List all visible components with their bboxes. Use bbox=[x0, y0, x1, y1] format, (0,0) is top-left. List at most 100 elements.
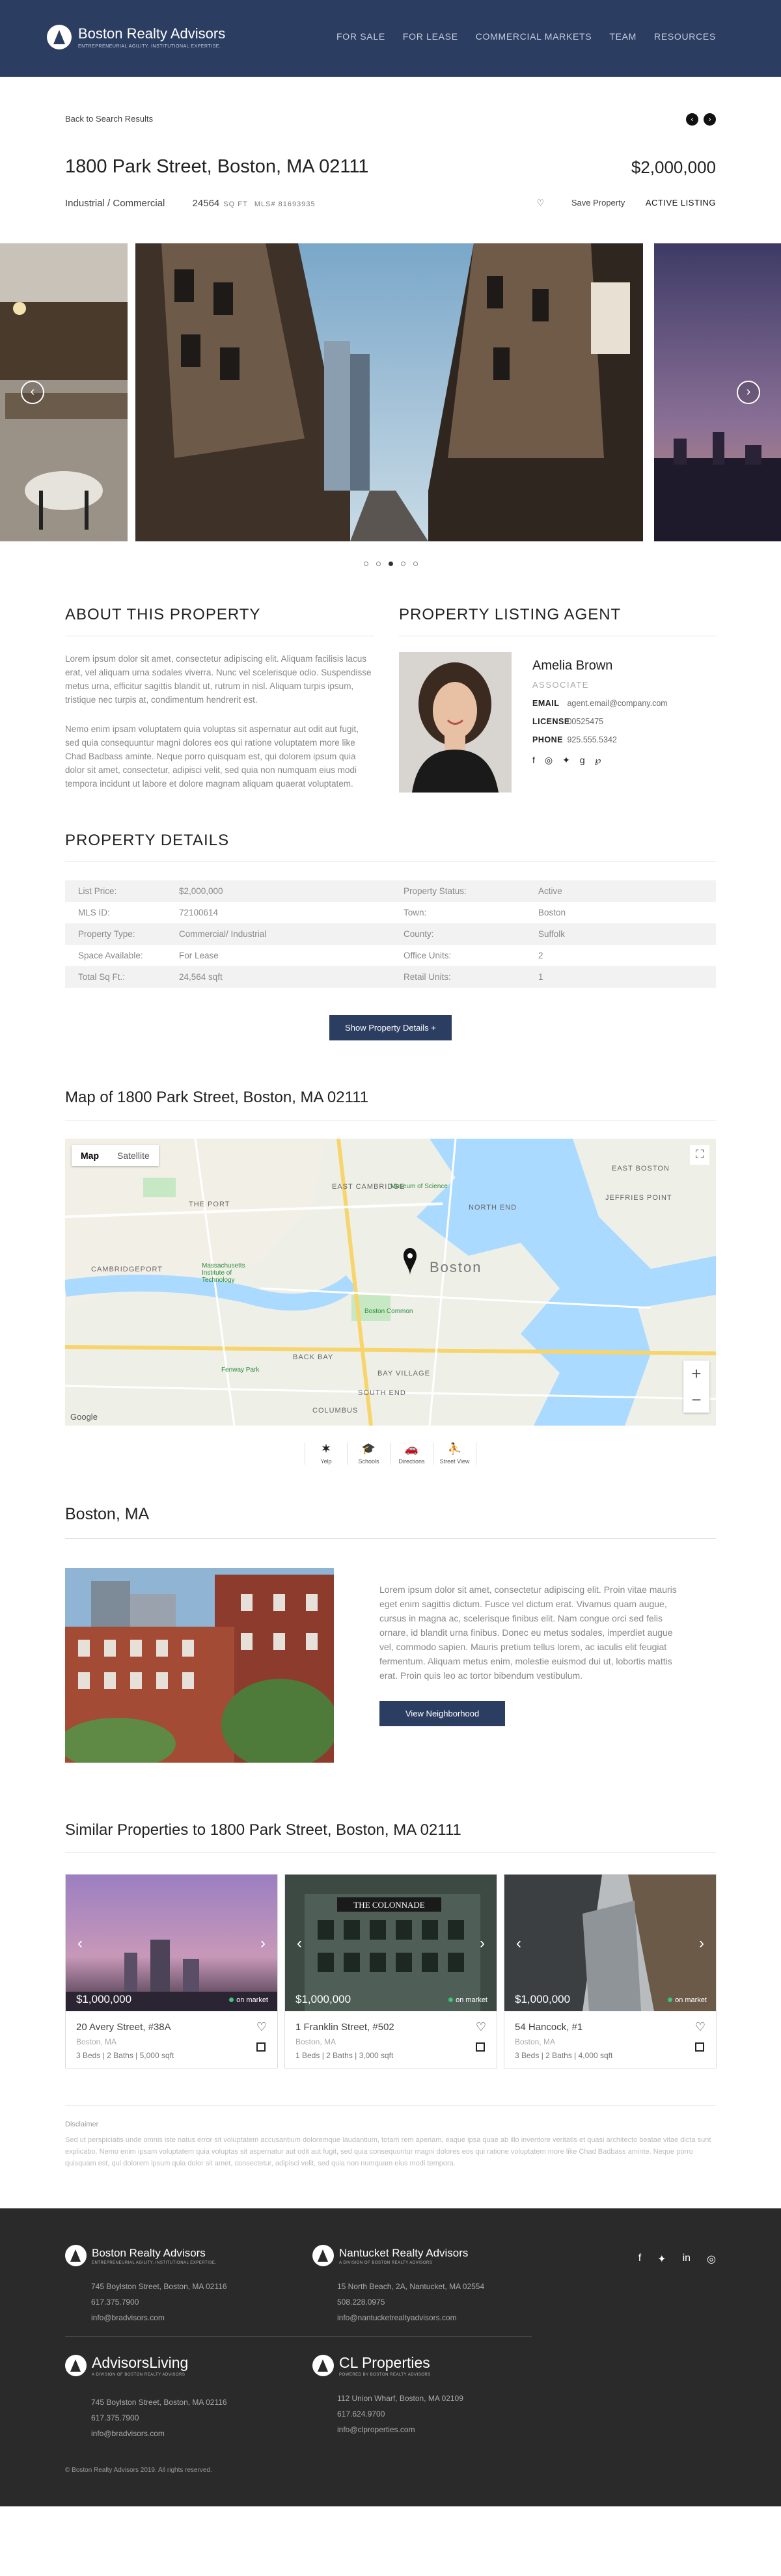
status-dot-icon bbox=[668, 1998, 673, 2002]
twitter-icon[interactable]: ✦ bbox=[657, 2253, 666, 2266]
footer-address: 112 Union Wharf, Boston, MA 02109 bbox=[337, 2394, 463, 2403]
gallery-dot[interactable] bbox=[376, 562, 381, 566]
compare-icon[interactable] bbox=[476, 2042, 485, 2052]
map-label: SOUTH END bbox=[358, 1389, 406, 1397]
footer-email[interactable]: info@clproperties.com bbox=[337, 2422, 463, 2437]
footer-brand-nantucket[interactable]: Nantucket Realty Advisors A DIVISION OF B… bbox=[312, 2245, 468, 2266]
gallery-dot-active[interactable] bbox=[388, 562, 393, 566]
neighborhood-photo bbox=[65, 1568, 334, 1763]
footer-email[interactable]: info@bradvisors.com bbox=[91, 2310, 227, 2325]
pinterest-icon[interactable]: ℘ bbox=[595, 755, 601, 766]
back-row: Back to Search Results ‹ › bbox=[0, 77, 781, 126]
footer-phone[interactable]: 617.375.7900 bbox=[91, 2294, 227, 2310]
save-property-button[interactable]: ♡ Save Property bbox=[537, 198, 625, 208]
footer-brand-bra[interactable]: Boston Realty Advisors ENTREPRENEURIAL AG… bbox=[65, 2245, 217, 2266]
card-next-icon[interactable]: › bbox=[480, 1934, 485, 1953]
card-prev-icon[interactable]: ‹ bbox=[77, 1934, 83, 1953]
card-specs: 3 Beds | 2 Baths | 4,000 sqft bbox=[515, 2051, 613, 2060]
street-view-label: Street View bbox=[439, 1458, 470, 1465]
card-next-icon[interactable]: › bbox=[260, 1934, 266, 1953]
footer-brand-living[interactable]: AdvisorsLiving A DIVISION OF BOSTON REALT… bbox=[65, 2354, 188, 2377]
gallery-dot[interactable] bbox=[400, 562, 405, 566]
footer-email[interactable]: info@nantucketrealtyadvisors.com bbox=[337, 2310, 484, 2325]
pegman-icon: ⛹ bbox=[447, 1443, 462, 1455]
linkedin-icon[interactable]: in bbox=[683, 2253, 691, 2266]
map-type-control: Map Satellite bbox=[72, 1145, 159, 1166]
nav-team[interactable]: TEAM bbox=[609, 31, 637, 42]
directions-button[interactable]: 🚗 Directions bbox=[390, 1443, 433, 1465]
gallery-dot[interactable] bbox=[363, 562, 368, 566]
view-neighborhood-button[interactable]: View Neighborhood bbox=[379, 1701, 506, 1726]
agent-phone-link[interactable]: 925.555.5342 bbox=[567, 735, 616, 744]
prev-listing-icon[interactable]: ‹ bbox=[686, 113, 698, 126]
map-view[interactable]: THE PORT EAST CAMBRIDGE CAMBRIDGEPORT NO… bbox=[65, 1139, 716, 1426]
twitter-icon[interactable]: ✦ bbox=[562, 755, 570, 766]
agent-card: Amelia Brown ASSOCIATE EMAIL agent.email… bbox=[399, 652, 716, 793]
gallery-prev-icon[interactable]: ‹ bbox=[21, 381, 44, 404]
map-label: Boston bbox=[430, 1259, 482, 1275]
property-card[interactable]: ‹ › $1,000,000 on market 20 Avery Street,… bbox=[65, 1874, 278, 2068]
footer-contact-nantucket: 15 North Beach, 2A, Nantucket, MA 02554 … bbox=[337, 2279, 484, 2325]
details-label: MLS ID: bbox=[78, 908, 110, 917]
instagram-icon[interactable]: ◎ bbox=[707, 2253, 716, 2266]
nav-resources[interactable]: RESOURCES bbox=[654, 31, 716, 42]
card-prev-icon[interactable]: ‹ bbox=[297, 1934, 302, 1953]
street-view-button[interactable]: ⛹ Street View bbox=[433, 1443, 476, 1465]
listing-meta: Industrial / Commercial 24564 SQ FT MLS# … bbox=[65, 198, 716, 211]
brand-logo[interactable]: Boston Realty Advisors ENTREPRENEURIAL A… bbox=[47, 25, 225, 49]
card-status-label: on market bbox=[236, 1996, 268, 2004]
about-paragraph-1: Lorem ipsum dolor sit amet, consectetur … bbox=[65, 654, 372, 705]
photo-gallery: ‹ › bbox=[0, 243, 781, 541]
instagram-icon[interactable]: ◎ bbox=[545, 755, 553, 766]
map-label: Fenway Park bbox=[221, 1366, 260, 1374]
schools-button[interactable]: 🎓 Schools bbox=[348, 1443, 390, 1465]
property-card[interactable]: THE COLONNADE ‹ › $1,000,000 on market 1 … bbox=[284, 1874, 497, 2068]
zoom-out-icon[interactable]: − bbox=[683, 1387, 709, 1413]
back-to-results-link[interactable]: Back to Search Results bbox=[65, 114, 153, 124]
footer-phone[interactable]: 617.375.7900 bbox=[91, 2410, 227, 2426]
facebook-icon[interactable]: f bbox=[638, 2253, 641, 2266]
save-property-label: Save Property bbox=[571, 198, 625, 208]
show-details-button[interactable]: Show Property Details + bbox=[329, 1015, 452, 1040]
nav-for-lease[interactable]: FOR LEASE bbox=[403, 31, 458, 42]
map-tab[interactable]: Map bbox=[72, 1145, 108, 1166]
agent-email-link[interactable]: agent.email@company.com bbox=[567, 699, 667, 708]
favorite-heart-icon[interactable]: ♡ bbox=[476, 2020, 486, 2034]
compare-icon[interactable] bbox=[256, 2042, 266, 2052]
listing-pager: ‹ › bbox=[686, 113, 716, 126]
nav-commercial-markets[interactable]: COMMERCIAL MARKETS bbox=[476, 31, 592, 42]
card-specs: 3 Beds | 2 Baths | 5,000 sqft bbox=[76, 2051, 174, 2060]
footer-contact-cl: 112 Union Wharf, Boston, MA 02109 617.62… bbox=[337, 2391, 463, 2437]
card-status-label: on market bbox=[456, 1996, 487, 2004]
details-value: 2 bbox=[538, 951, 543, 960]
agent-role: ASSOCIATE bbox=[532, 680, 589, 690]
facebook-icon[interactable]: f bbox=[532, 755, 535, 766]
gallery-next-icon[interactable]: › bbox=[737, 381, 760, 404]
gallery-photo-skyline bbox=[654, 243, 781, 541]
fullscreen-icon[interactable]: ⛶ bbox=[690, 1145, 709, 1165]
footer-phone[interactable]: 617.624.9700 bbox=[337, 2406, 463, 2422]
google-plus-icon[interactable]: g bbox=[580, 755, 585, 766]
footer-phone[interactable]: 508.228.0975 bbox=[337, 2294, 484, 2310]
property-card[interactable]: ‹ › $1,000,000 on market 54 Hancock, #1 B… bbox=[504, 1874, 717, 2068]
gallery-dot[interactable] bbox=[413, 562, 418, 566]
car-icon: 🚗 bbox=[404, 1443, 419, 1455]
favorite-heart-icon[interactable]: ♡ bbox=[256, 2020, 267, 2034]
card-next-icon[interactable]: › bbox=[699, 1934, 704, 1953]
zoom-in-icon[interactable]: + bbox=[683, 1361, 709, 1387]
compare-icon[interactable] bbox=[695, 2042, 704, 2052]
card-prev-icon[interactable]: ‹ bbox=[516, 1934, 521, 1953]
nav-for-sale[interactable]: FOR SALE bbox=[336, 31, 385, 42]
gallery-photo-street bbox=[135, 243, 643, 541]
map-label: Boston Common bbox=[364, 1308, 413, 1315]
property-card-photo bbox=[504, 1875, 716, 2011]
footer-brand-cl[interactable]: CL Properties POWERED BY BOSTON REALTY AD… bbox=[312, 2354, 431, 2377]
card-price: $1,000,000 bbox=[515, 1993, 571, 2005]
satellite-tab[interactable]: Satellite bbox=[108, 1145, 159, 1166]
yelp-button[interactable]: ✶ Yelp bbox=[305, 1443, 348, 1465]
details-label: Office Units: bbox=[404, 951, 452, 960]
favorite-heart-icon[interactable]: ♡ bbox=[695, 2020, 706, 2034]
details-value: 1 bbox=[538, 972, 543, 982]
footer-email[interactable]: info@bradvisors.com bbox=[91, 2426, 227, 2441]
next-listing-icon[interactable]: › bbox=[704, 113, 716, 126]
